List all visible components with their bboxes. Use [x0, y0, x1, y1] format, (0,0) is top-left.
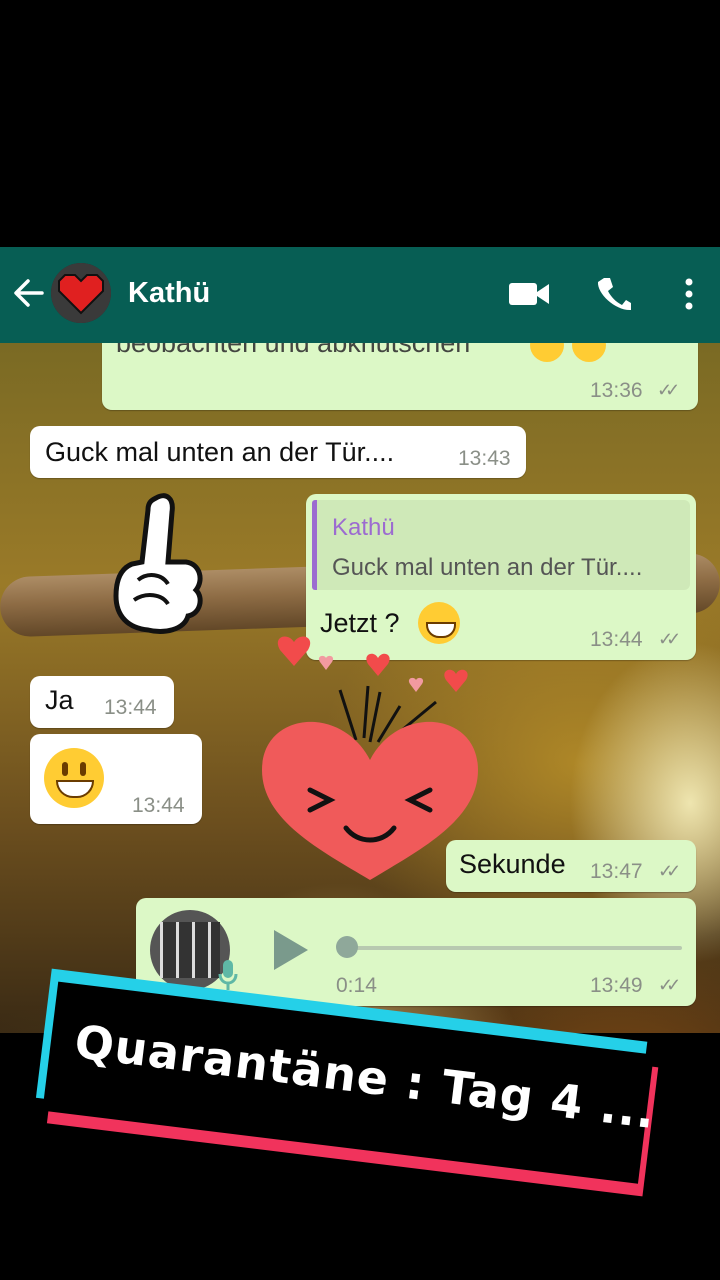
- message-bubble-incoming[interactable]: Ja 13:44: [30, 676, 174, 728]
- message-bubble-incoming[interactable]: Guck mal unten an der Tür.... 13:43: [30, 426, 526, 478]
- video-call-icon[interactable]: [508, 280, 550, 308]
- more-vertical-icon[interactable]: [682, 278, 696, 310]
- pixel-heart-icon: [51, 263, 111, 323]
- read-ticks-icon: ✓✓: [657, 380, 680, 400]
- message-time: 13:36: [590, 379, 643, 402]
- message-time: 13:44: [104, 696, 157, 719]
- message-bubble-incoming[interactable]: 13:44: [30, 734, 202, 824]
- quoted-message[interactable]: Kathü Guck mal unten an der Tür....: [312, 500, 690, 590]
- play-icon[interactable]: [270, 928, 310, 972]
- message-time: 13:47: [590, 860, 643, 883]
- message-text: Guck mal unten an der Tür....: [45, 437, 395, 467]
- message-time: 13:43: [458, 447, 511, 470]
- contact-avatar[interactable]: [51, 263, 111, 323]
- message-time: 13:49: [590, 974, 643, 997]
- message-time: 13:44: [132, 794, 185, 817]
- message-time: 13:44: [590, 628, 643, 651]
- read-ticks-icon: ✓✓: [658, 861, 681, 881]
- hand-pointing-up-icon: [113, 493, 203, 634]
- grinning-face-emoji-icon: [44, 748, 104, 808]
- arrow-left-icon[interactable]: [12, 276, 46, 310]
- message-text: Ja: [45, 685, 74, 715]
- read-ticks-icon: ✓✓: [658, 629, 681, 649]
- message-text: Sekunde: [459, 849, 566, 879]
- phone-icon[interactable]: [596, 276, 632, 312]
- voice-progress-track[interactable]: [348, 946, 682, 950]
- read-ticks-icon: ✓✓: [658, 975, 681, 995]
- quote-bar: [312, 500, 317, 590]
- quote-text: Guck mal unten an der Tür....: [332, 554, 643, 581]
- message-bubble-outgoing[interactable]: Sekunde 13:47 ✓✓: [446, 840, 696, 892]
- voice-progress-thumb[interactable]: [336, 936, 358, 958]
- quote-author: Kathü: [332, 514, 395, 541]
- voice-duration: 0:14: [336, 974, 377, 997]
- contact-name[interactable]: Kathü: [128, 275, 210, 311]
